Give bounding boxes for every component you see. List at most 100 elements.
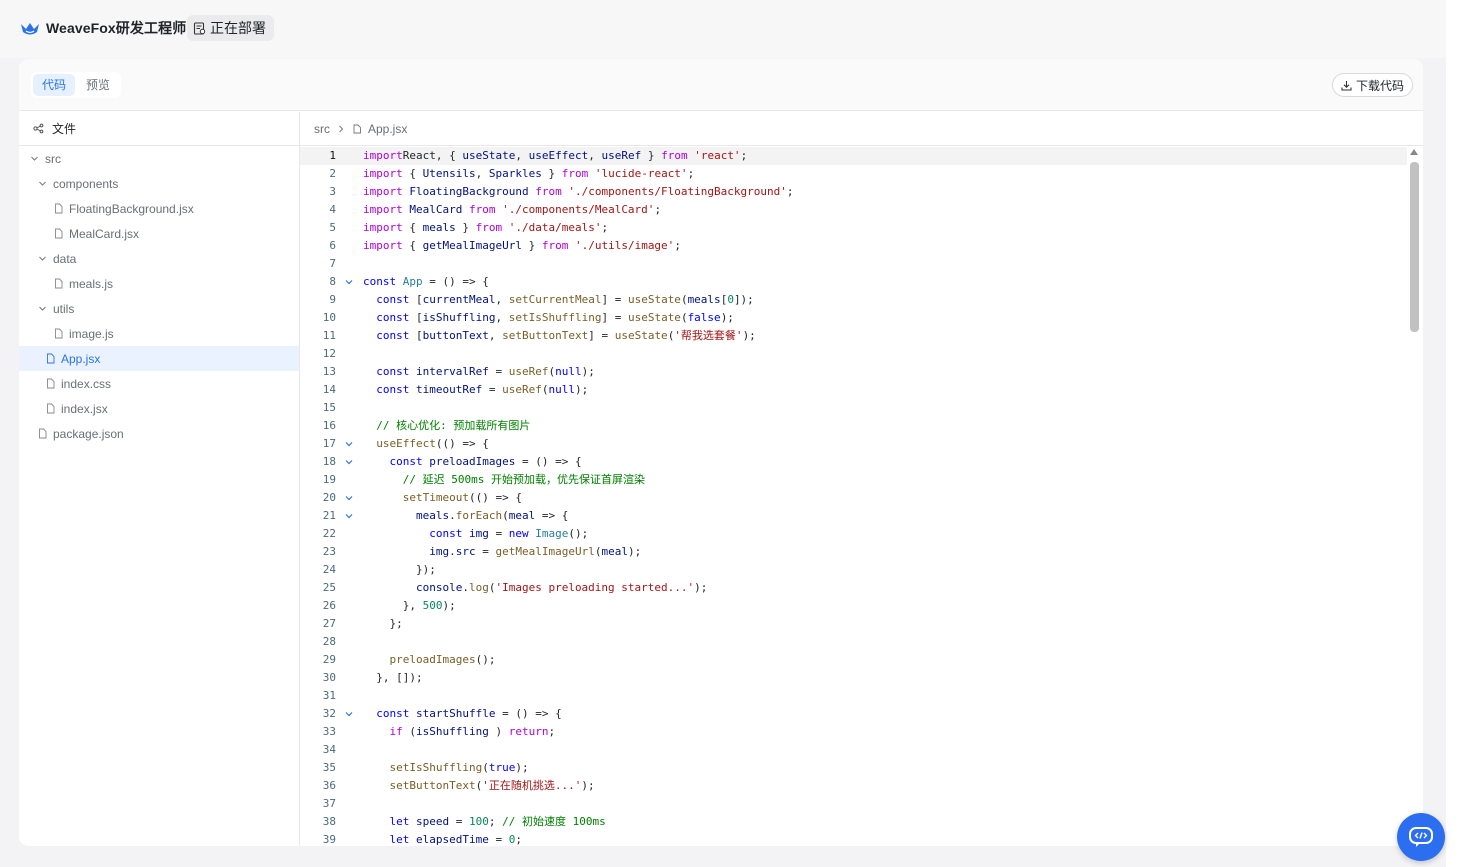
code-token: import <box>363 149 403 162</box>
tree-file[interactable]: App.jsx <box>19 346 299 371</box>
code-token: } <box>455 221 476 234</box>
code-token: ); <box>515 761 529 774</box>
code-token: ; <box>674 239 681 252</box>
code-area[interactable]: 1 importReact, { useState, useEffect, use… <box>300 147 1407 846</box>
code-line[interactable]: 20 setTimeout(() => { <box>300 489 1407 507</box>
code-line[interactable]: 8 const App = () => { <box>300 273 1407 291</box>
code-line[interactable]: 13 const intervalRef = useRef(null); <box>300 363 1407 381</box>
code-token: 500 <box>422 599 443 612</box>
code-text: let elapsedTime = 0; <box>363 831 522 846</box>
code-token: useEffect <box>528 149 589 162</box>
code-token: setTimeout <box>402 491 469 504</box>
code-line[interactable]: 25 console.log('Images preloading starte… <box>300 579 1407 597</box>
code-line[interactable]: 5 import { meals } from './data/meals'; <box>300 219 1407 237</box>
code-token: isShuffling <box>422 311 496 324</box>
code-token: ); <box>581 779 595 792</box>
code-token: startShuffle <box>409 707 496 720</box>
tree-file[interactable]: meals.js <box>19 271 299 296</box>
code-line[interactable]: 10 const [isShuffling, setIsShuffling] =… <box>300 309 1407 327</box>
code-line[interactable]: 4 import MealCard from './components/Meal… <box>300 201 1407 219</box>
code-token: './components/FloatingBackground' <box>561 185 787 198</box>
code-line[interactable]: 39 let elapsedTime = 0; <box>300 831 1407 846</box>
code-line[interactable]: 3 import FloatingBackground from './compo… <box>300 183 1407 201</box>
code-line[interactable]: 18 const preloadImages = () => { <box>300 453 1407 471</box>
code-line[interactable]: 12 <box>300 345 1407 363</box>
code-line[interactable]: 17 useEffect(() => { <box>300 435 1407 453</box>
code-line[interactable]: 23 img.src = getMealImageUrl(meal); <box>300 543 1407 561</box>
code-line[interactable]: 1 importReact, { useState, useEffect, use… <box>300 147 1407 165</box>
tab-preview[interactable]: 预览 <box>77 74 119 96</box>
tree-folder[interactable]: components <box>19 171 299 196</box>
code-line[interactable]: 26 }, 500); <box>300 597 1407 615</box>
tree-file[interactable]: index.jsx <box>19 396 299 421</box>
code-line[interactable]: 22 const img = new Image(); <box>300 525 1407 543</box>
tree-file[interactable]: FloatingBackground.jsx <box>19 196 299 221</box>
code-text: img.src = getMealImageUrl(meal); <box>363 543 641 561</box>
breadcrumb-file[interactable]: App.jsx <box>368 122 407 136</box>
code-line[interactable]: 7 <box>300 255 1407 273</box>
code-line[interactable]: 9 const [currentMeal, setCurrentMeal] = … <box>300 291 1407 309</box>
code-line[interactable]: 33 if (isShuffling ) return; <box>300 723 1407 741</box>
file-sidebar: 文件 src components FloatingBackground.jsx Me… <box>19 112 300 846</box>
line-number: 38 <box>322 815 336 828</box>
line-number: 21 <box>322 509 336 522</box>
code-token: (() => { <box>468 491 522 504</box>
code-line[interactable]: 34 <box>300 741 1407 759</box>
code-line[interactable]: 11 const [buttonText, setButtonText] = u… <box>300 327 1407 345</box>
code-line[interactable]: 6 import { getMealImageUrl } from './util… <box>300 237 1407 255</box>
code-token: setIsShuffling <box>508 311 602 324</box>
code-token: const <box>429 527 463 540</box>
code-line[interactable]: 21 meals.forEach(meal => { <box>300 507 1407 525</box>
tree-folder[interactable]: src <box>19 146 299 171</box>
code-line[interactable]: 36 setButtonText('正在随机挑选...'); <box>300 777 1407 795</box>
code-line[interactable]: 27 }; <box>300 615 1407 633</box>
code-token: ] = <box>601 293 628 306</box>
code-line[interactable]: 16 // 核心优化: 预加载所有图片 <box>300 417 1407 435</box>
code-token: return <box>508 725 549 738</box>
code-token: = <box>488 365 509 378</box>
brand[interactable]: WeaveFox研发工程师 <box>20 17 186 39</box>
tree-file[interactable]: index.css <box>19 371 299 396</box>
code-line[interactable]: 31 <box>300 687 1407 705</box>
scroll-thumb[interactable] <box>1410 162 1419 332</box>
breadcrumb-folder[interactable]: src <box>314 122 330 136</box>
code-assistant-button[interactable] <box>1397 813 1445 861</box>
tree-folder[interactable]: data <box>19 246 299 271</box>
code-token: = <box>482 383 503 396</box>
code-line[interactable]: 35 setIsShuffling(true); <box>300 759 1407 777</box>
code-line[interactable]: 19 // 延迟 500ms 开始预加载，优先保证首屏渲染 <box>300 471 1407 489</box>
code-token: from <box>528 185 562 198</box>
code-line[interactable]: 29 preloadImages(); <box>300 651 1407 669</box>
line-number: 34 <box>322 743 336 756</box>
tree-file[interactable]: MealCard.jsx <box>19 221 299 246</box>
code-line[interactable]: 32 const startShuffle = () => { <box>300 705 1407 723</box>
code-token: Sparkles <box>488 167 542 180</box>
code-token: = <box>449 815 469 828</box>
deploy-status-badge[interactable]: 正在部署 <box>187 15 274 41</box>
code-token: ); <box>694 581 708 594</box>
code-token: ( <box>680 311 688 324</box>
code-line[interactable]: 38 let speed = 100; // 初始速度 100ms <box>300 813 1407 831</box>
code-line[interactable]: 24 }); <box>300 561 1407 579</box>
tree-file[interactable]: image.js <box>19 321 299 346</box>
code-token: 'lucide-react' <box>588 167 688 180</box>
code-line[interactable]: 28 <box>300 633 1407 651</box>
tree-folder[interactable]: utils <box>19 296 299 321</box>
editor-scrollbar[interactable] <box>1407 147 1423 846</box>
code-token: ; <box>654 203 662 216</box>
code-line[interactable]: 2 import { Utensils, Sparkles } from 'luc… <box>300 165 1407 183</box>
code-line[interactable]: 30 }, []); <box>300 669 1407 687</box>
code-line[interactable]: 14 const timeoutRef = useRef(null); <box>300 381 1407 399</box>
download-code-button[interactable]: 下载代码 <box>1331 73 1413 97</box>
code-line[interactable]: 15 <box>300 399 1407 417</box>
tree-file[interactable]: package.json <box>19 421 299 446</box>
code-token: './components/MealCard' <box>495 203 655 216</box>
scroll-up-arrow-icon[interactable] <box>1410 149 1418 155</box>
code-line[interactable]: 37 <box>300 795 1407 813</box>
file-tree: src components FloatingBackground.jsx MealC… <box>19 146 299 446</box>
code-token: useEffect <box>376 437 436 450</box>
tab-code[interactable]: 代码 <box>33 74 76 96</box>
